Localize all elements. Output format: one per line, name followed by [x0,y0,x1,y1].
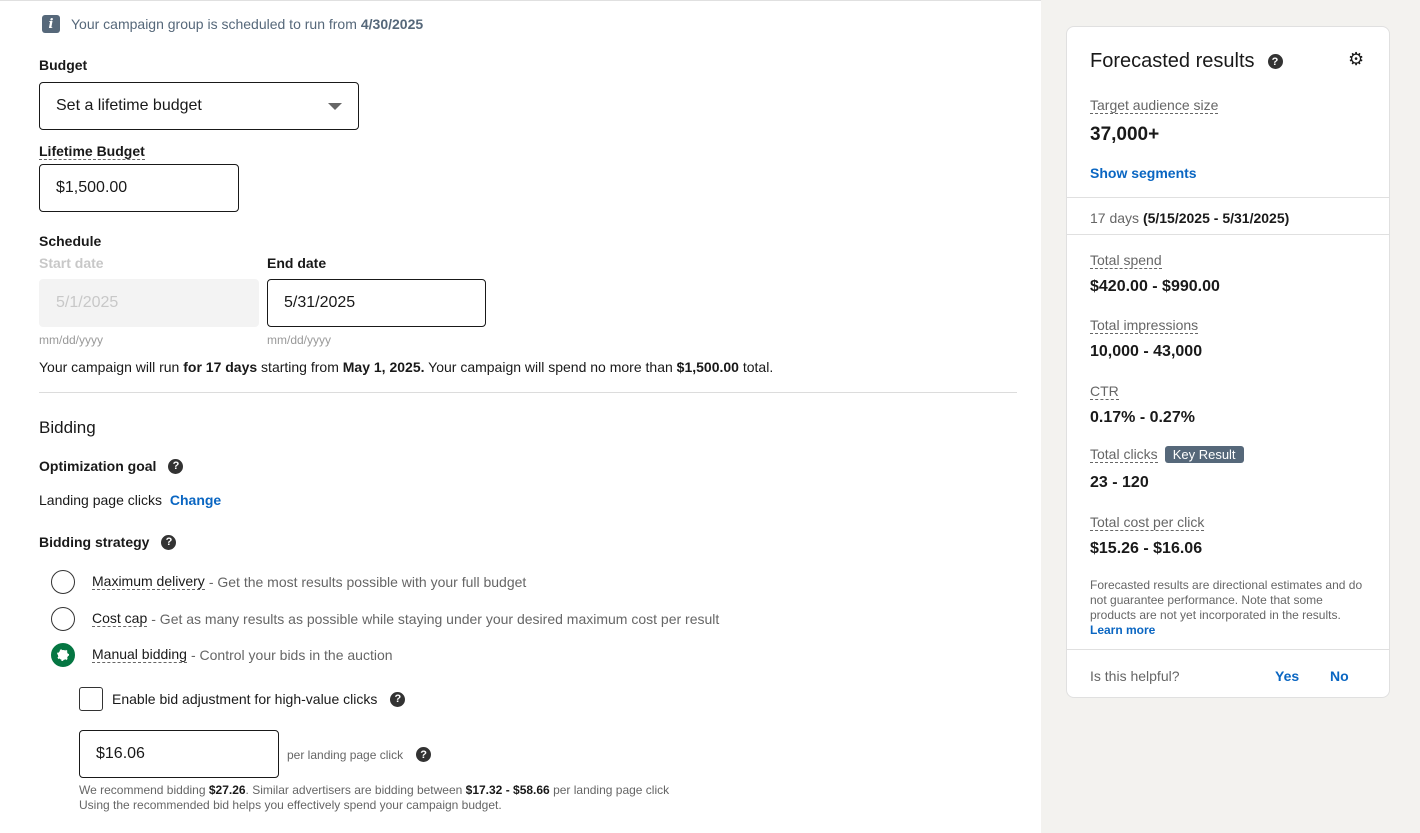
help-icon[interactable]: ? [168,458,184,474]
cost-per-click-value: $15.26 - $16.06 [1090,540,1203,557]
bid-adjustment-label: Enable bid adjustment for high-value cli… [112,691,378,707]
total-spend-label: Total spend [1090,252,1162,269]
end-date-label: End date [267,255,327,271]
forecast-duration: 17 days (5/15/2025 - 5/31/2025) [1090,210,1290,226]
gear-icon[interactable]: ⚙ [1348,49,1364,70]
radio-button[interactable] [51,607,75,631]
panel-divider [1067,234,1389,235]
end-date-hint: mm/dd/yyyy [267,333,332,347]
forecast-panel: Forecasted results ? ⚙ Target audience s… [1066,26,1390,698]
ctr-label: CTR [1090,383,1119,400]
bidding-strategy-label: Bidding strategy [39,534,150,550]
total-clicks-value: 23 - 120 [1090,474,1149,491]
helpful-prompt: Is this helpful? [1090,668,1180,684]
info-icon: i [42,15,60,33]
info-date: 4/30/2025 [360,16,424,32]
schedule-summary: Your campaign will run for 17 days start… [39,359,774,375]
optimization-goal-value: Landing page clicks [39,492,162,508]
budget-type-select[interactable]: Set a lifetime budget [39,82,359,130]
helpful-no-button[interactable]: No [1330,668,1349,684]
bidding-strategy-row: Bidding strategy ? [39,534,177,550]
budget-type-value: Set a lifetime budget [56,97,202,114]
schedule-label: Schedule [39,233,102,249]
audience-size-value: 37,000+ [1090,124,1160,145]
forecast-header: Forecasted results ? [1090,50,1283,73]
forecast-disclaimer: Forecasted results are directional estim… [1090,578,1363,637]
optimization-goal-value-row: Landing page clicks Change [39,492,221,508]
end-date-input[interactable]: 5/31/2025 [267,279,486,327]
optimization-goal-label: Optimization goal [39,458,157,474]
bid-adjustment-row: Enable bid adjustment for high-value cli… [79,687,406,711]
radio-manual-bidding[interactable]: Manual bidding - Control your bids in th… [51,643,393,667]
info-text: Your campaign group is scheduled to run … [71,16,357,32]
help-icon[interactable]: ? [416,747,432,762]
bid-recommendation: We recommend bidding $27.26. Similar adv… [79,783,670,797]
total-impressions-label: Total impressions [1090,317,1199,334]
bid-unit-row: per landing page click ? [287,747,432,762]
section-divider [39,392,1017,393]
bid-unit-label: per landing page click [287,747,404,762]
radio-button[interactable] [51,570,75,594]
bid-recommendation-note: Using the recommended bid helps you effe… [79,798,502,812]
campaign-settings-panel: i Your campaign group is scheduled to ru… [0,0,1041,833]
schedule-info-banner: i Your campaign group is scheduled to ru… [42,15,423,33]
lifetime-budget-input[interactable]: $1,500.00 [39,164,239,212]
cost-per-click-label: Total cost per click [1090,514,1205,531]
helpful-yes-button[interactable]: Yes [1275,668,1299,684]
start-date-label: Start date [39,255,104,271]
audience-size-label: Target audience size [1090,97,1219,114]
lifetime-budget-label: Lifetime Budget [39,143,145,160]
start-date-input: 5/1/2025 [39,279,259,327]
show-segments-link[interactable]: Show segments [1090,165,1197,181]
change-goal-link[interactable]: Change [170,492,221,508]
help-icon[interactable]: ? [161,534,177,550]
learn-more-link[interactable]: Learn more [1090,623,1155,637]
optimization-goal-row: Optimization goal ? [39,458,184,474]
key-result-badge: Key Result [1164,446,1244,463]
start-date-hint: mm/dd/yyyy [39,333,104,347]
help-icon[interactable]: ? [1267,54,1283,69]
radio-maximum-delivery[interactable]: Maximum delivery - Get the most results … [51,570,526,594]
ctr-value: 0.17% - 0.27% [1090,409,1195,426]
bid-adjustment-checkbox[interactable] [79,687,103,711]
bid-amount-input[interactable]: $16.06 [79,730,279,778]
total-impressions-value: 10,000 - 43,000 [1090,343,1203,360]
budget-label: Budget [39,57,88,73]
total-clicks-label: Total clicks [1090,445,1158,463]
total-spend-value: $420.00 - $990.00 [1090,278,1220,295]
radio-cost-cap[interactable]: Cost cap - Get as many results as possib… [51,607,719,631]
total-clicks-label-row: Total clicks Key Result [1090,446,1244,463]
chevron-down-icon [328,102,342,110]
help-icon[interactable]: ? [390,691,406,707]
bidding-heading: Bidding [39,418,96,437]
forecast-title: Forecasted results [1090,50,1255,72]
panel-divider [1067,649,1389,650]
radio-button-selected[interactable] [51,643,75,667]
panel-divider [1067,197,1389,198]
